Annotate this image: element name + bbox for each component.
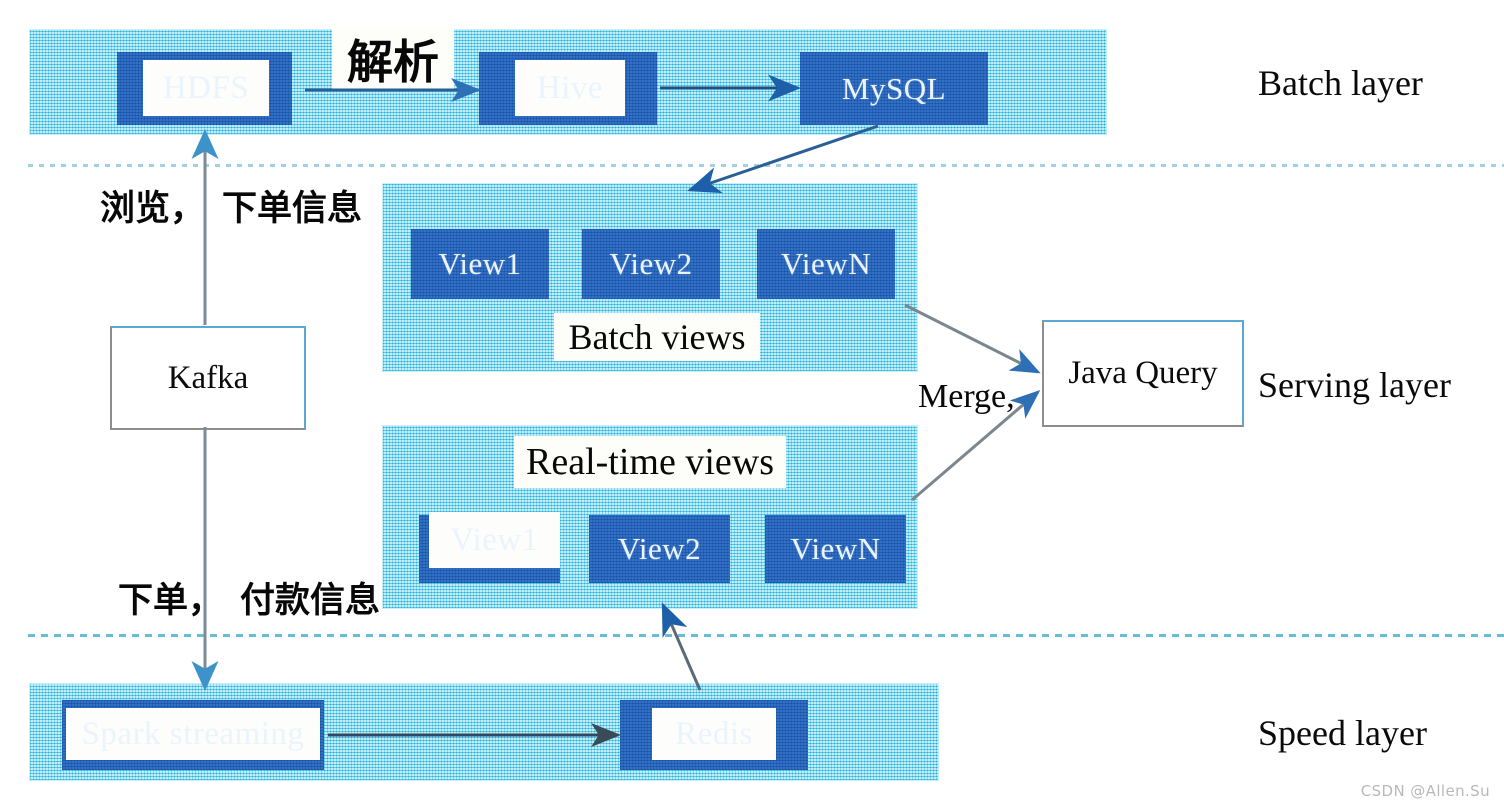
node-redis[interactable]: Redis: [620, 700, 808, 770]
node-spark-streaming[interactable]: Spark streaming: [62, 700, 324, 770]
node-mysql[interactable]: MySQL: [800, 52, 988, 125]
edge-label-merge: Merge,: [918, 378, 1015, 415]
layer-separator-top: [28, 164, 1504, 167]
view-rv2[interactable]: View2: [589, 515, 730, 583]
view-rvn[interactable]: ViewN: [765, 515, 906, 583]
layer-label-serving: Serving layer: [1258, 365, 1451, 405]
view-bvn-label: ViewN: [780, 246, 872, 281]
view-bv2[interactable]: View2: [582, 229, 720, 299]
node-kafka-label: Kafka: [167, 359, 249, 396]
node-hdfs-label: HDFS: [162, 69, 250, 106]
node-java-query[interactable]: Java Query: [1042, 320, 1244, 427]
ingest-label-payment-info: 付款信息: [240, 581, 381, 621]
view-rv2-label: View2: [617, 531, 702, 566]
layer-separator-bottom: [28, 634, 1504, 637]
watermark: CSDN @Allen.Su: [1360, 782, 1490, 800]
node-mysql-label: MySQL: [841, 70, 947, 106]
layer-label-batch: Batch layer: [1258, 63, 1423, 103]
view-bvn[interactable]: ViewN: [757, 229, 895, 299]
view-rv1[interactable]: View1: [419, 512, 560, 583]
ingest-label-order-info: 下单信息: [222, 189, 363, 229]
diagram-canvas: HDFS 解析 Hive MySQL Batch layer View1 Vie…: [0, 0, 1504, 808]
node-hive-plate: Hive: [515, 60, 625, 116]
view-rv1-label: View1: [450, 521, 539, 558]
node-kafka[interactable]: Kafka: [110, 326, 306, 430]
edge-redis-to-realtime-views: [661, 602, 702, 691]
node-hive[interactable]: Hive: [479, 52, 657, 125]
node-redis-plate: Redis: [652, 708, 776, 760]
view-rvn-label: ViewN: [790, 531, 881, 566]
layer-label-speed: Speed layer: [1258, 713, 1427, 753]
edge-batch-views-to-java-query: [904, 303, 1041, 374]
edge-label-parse: 解析: [332, 28, 454, 90]
view-bv2-label: View2: [609, 246, 693, 281]
node-java-query-label: Java Query: [1068, 355, 1218, 391]
view-bv1-label: View1: [438, 246, 522, 281]
view-bv1[interactable]: View1: [411, 229, 549, 299]
node-hdfs[interactable]: HDFS: [117, 52, 292, 125]
node-spark-streaming-label: Spark streaming: [81, 715, 305, 752]
batch-views-caption: Batch views: [554, 313, 760, 361]
node-hdfs-plate: HDFS: [143, 60, 269, 116]
node-spark-streaming-plate: Spark streaming: [66, 708, 320, 760]
node-hive-label: Hive: [536, 69, 604, 106]
view-rv1-plate: View1: [429, 512, 560, 568]
ingest-label-browse: 浏览，: [100, 189, 206, 229]
ingest-label-order: 下单，: [118, 581, 224, 621]
node-redis-label: Redis: [675, 715, 753, 752]
edge-mysql-to-batch-views: [687, 124, 879, 194]
realtime-views-caption: Real-time views: [514, 436, 786, 488]
